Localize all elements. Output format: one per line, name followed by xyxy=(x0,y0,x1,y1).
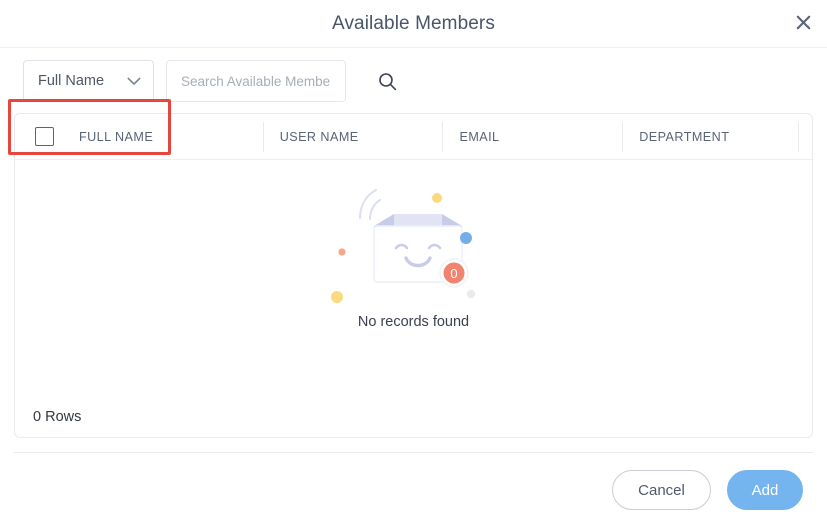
column-header-full-name[interactable]: FULL NAME xyxy=(79,114,263,160)
empty-box-icon: 0 xyxy=(324,172,504,312)
rows-count-label: 0 Rows xyxy=(33,409,82,425)
dialog-header: Available Members xyxy=(0,0,827,47)
column-header-user-name[interactable]: USER NAME xyxy=(262,114,443,160)
available-members-dialog: Available Members Full Name Search Avail… xyxy=(0,0,827,529)
search-icon-glyph xyxy=(378,72,396,90)
members-table: FULL NAME USER NAME EMAIL DEPARTMENT 0 N… xyxy=(14,113,813,438)
filter-field-value: Full Name xyxy=(38,73,105,89)
column-header-email[interactable]: EMAIL xyxy=(442,114,622,160)
add-button[interactable]: Add xyxy=(727,470,803,510)
cancel-button[interactable]: Cancel xyxy=(612,470,711,510)
table-header-row: FULL NAME USER NAME EMAIL DEPARTMENT xyxy=(15,114,812,160)
column-header-department[interactable]: DEPARTMENT xyxy=(622,114,798,160)
close-icon[interactable] xyxy=(789,8,817,36)
search-icon[interactable] xyxy=(370,64,404,98)
toolbar-section: Full Name xyxy=(0,47,827,155)
svg-text:0: 0 xyxy=(450,266,457,281)
toolbar: Full Name xyxy=(0,48,827,114)
chevron-down-icon xyxy=(127,77,141,86)
search-input[interactable] xyxy=(166,60,346,102)
close-icon-glyph xyxy=(796,15,810,29)
chevron-down-icon-glyph xyxy=(127,77,141,85)
empty-box-icon-glyph: 0 xyxy=(330,189,475,303)
filter-field-select[interactable]: Full Name xyxy=(23,60,154,102)
dialog-footer: Cancel Add xyxy=(0,453,827,510)
select-all-checkbox[interactable] xyxy=(35,127,54,146)
column-header-extra xyxy=(798,114,812,160)
empty-state-message: No records found xyxy=(357,314,470,330)
empty-state: 0 No records found xyxy=(15,160,812,392)
select-all-cell xyxy=(15,114,79,160)
page-title: Available Members xyxy=(332,12,495,34)
